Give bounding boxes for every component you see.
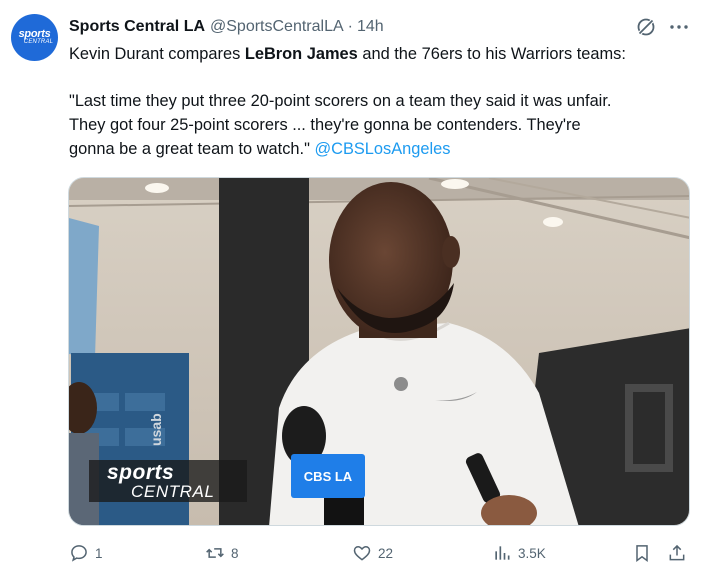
reply-count: 1 xyxy=(95,545,103,561)
quote-line-3-text: gonna be a great team to watch." xyxy=(69,140,315,158)
timestamp[interactable]: 14h xyxy=(357,18,384,36)
mic-flag: CBS LA xyxy=(291,454,365,498)
views-count: 3.5K xyxy=(518,545,546,561)
avatar-text-top: sports xyxy=(18,28,51,40)
backdrop-text: usab xyxy=(148,413,164,446)
quote-line-2: They got four 25-point scorers ... they'… xyxy=(69,116,581,134)
action-bar: 1 8 22 3.5K xyxy=(0,540,708,566)
reply-icon xyxy=(71,545,87,562)
tweet-line-1-bold: LeBron James xyxy=(244,45,358,63)
video-player[interactable]: usab sports CENTRAL CBS LA xyxy=(68,177,690,526)
avatar-text-bottom: CENTRAL xyxy=(23,39,54,45)
bookmark-button[interactable] xyxy=(632,540,652,566)
repost-icon xyxy=(206,548,224,558)
tweet-text: Kevin Durant compares LeBron James and t… xyxy=(69,42,699,161)
repost-button[interactable]: 8 xyxy=(205,540,239,566)
tweet-line-1-pre: Kevin Durant compares xyxy=(69,45,245,63)
more-icon[interactable] xyxy=(668,17,690,37)
avatar[interactable]: sports CENTRAL xyxy=(11,14,58,61)
tweet-line-1: Kevin Durant compares LeBron James and t… xyxy=(69,42,699,66)
like-button[interactable]: 22 xyxy=(352,540,393,566)
bookmark-icon xyxy=(636,545,648,562)
like-count: 22 xyxy=(378,545,394,561)
reply-button[interactable]: 1 xyxy=(69,540,103,566)
repost-count: 8 xyxy=(231,545,239,561)
share-button[interactable] xyxy=(667,540,687,566)
watermark-text-bottom: CENTRAL xyxy=(131,482,215,501)
views-button[interactable]: 3.5K xyxy=(492,540,546,566)
separator: · xyxy=(347,18,353,35)
handle[interactable]: @SportsCentralLA xyxy=(210,18,344,36)
mention-link[interactable]: @CBSLosAngeles xyxy=(314,140,450,158)
grok-icon[interactable] xyxy=(635,16,657,38)
quote-line-1: "Last time they put three 20-point score… xyxy=(69,92,612,110)
like-icon xyxy=(353,545,371,561)
tweet[interactable]: sports CENTRAL Sports Central LA @Sports… xyxy=(0,0,708,582)
quote-line-3: gonna be a great team to watch." @CBSLos… xyxy=(69,137,699,161)
views-icon xyxy=(495,546,510,560)
share-icon xyxy=(669,544,685,561)
tweet-header: Sports Central LA @SportsCentralLA · 14h xyxy=(69,16,384,38)
tweet-line-1-post: and the 76ers to his Warriors teams: xyxy=(357,45,626,63)
display-name[interactable]: Sports Central LA xyxy=(69,18,205,36)
